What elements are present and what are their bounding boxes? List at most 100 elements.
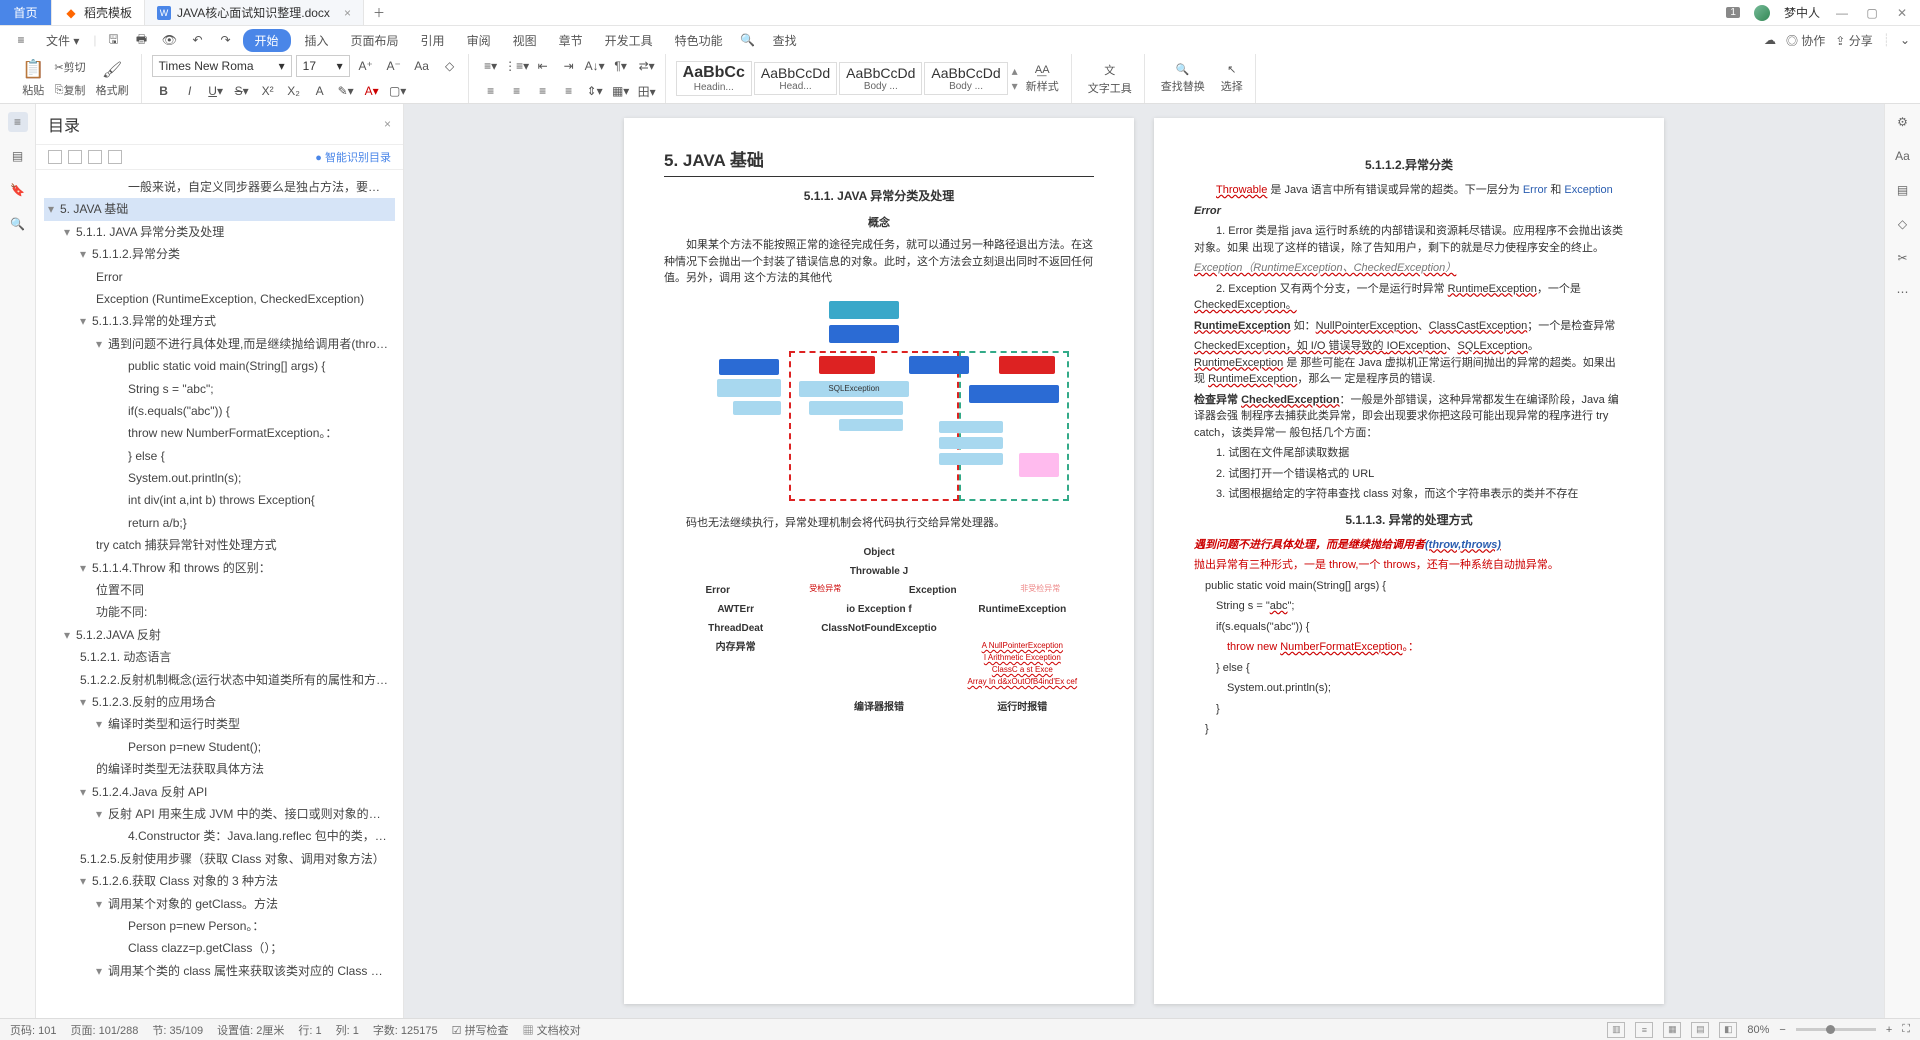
- menu-view[interactable]: 视图: [505, 29, 545, 52]
- print-icon[interactable]: 🖶: [131, 29, 153, 51]
- copy-button[interactable]: ⎘ 复制: [54, 79, 85, 101]
- outline-item[interactable]: System.out.println(s);: [44, 467, 395, 489]
- style-scroll-up-icon[interactable]: ▴: [1012, 64, 1018, 78]
- search-icon[interactable]: 🔍: [737, 29, 759, 51]
- outline-item[interactable]: 位置不同: [44, 579, 395, 601]
- style-scroll-down-icon[interactable]: ▾: [1012, 79, 1018, 93]
- outline-item[interactable]: 5.1.2.2.反射机制概念(运行状态中知道类所有的属性和方法): [44, 669, 395, 691]
- style-heading1[interactable]: AaBbCcHeadin...: [676, 61, 752, 96]
- redo-icon[interactable]: ↷: [215, 29, 237, 51]
- status-doccheck[interactable]: ▦ 文档校对: [523, 1022, 581, 1038]
- outline-prev[interactable]: 一般来说，自定义同步器要么是独占方法，要么是共享方 ...: [44, 176, 395, 198]
- tab-templates[interactable]: ◆ 稻壳模板: [52, 0, 145, 25]
- decrease-font-icon[interactable]: A⁻: [382, 55, 406, 77]
- bold-icon[interactable]: B: [152, 80, 176, 102]
- rs-layout-icon[interactable]: ▤: [1893, 180, 1913, 200]
- outline-item[interactable]: Exception (RuntimeException, CheckedExce…: [44, 288, 395, 310]
- status-page[interactable]: 页码: 101: [10, 1022, 56, 1038]
- menu-insert[interactable]: 插入: [297, 29, 337, 52]
- view-mode-1[interactable]: ▥: [1607, 1022, 1625, 1038]
- font-select[interactable]: Times New Roma▾: [152, 55, 292, 77]
- outline-icon[interactable]: ≡: [8, 112, 28, 132]
- fullscreen-icon[interactable]: ⛶: [1902, 1023, 1910, 1036]
- collab-icon[interactable]: ◎ 协作: [1786, 32, 1825, 49]
- font-size-select[interactable]: 17▾: [296, 55, 350, 77]
- cloud-icon[interactable]: ☁: [1764, 33, 1776, 47]
- thumbnail-icon[interactable]: ▤: [8, 146, 28, 166]
- maximize-icon[interactable]: ▢: [1864, 6, 1880, 20]
- font-color-icon[interactable]: A▾: [360, 80, 384, 102]
- underline-icon[interactable]: U▾: [204, 80, 228, 102]
- new-style-button[interactable]: A͟A新样式: [1020, 54, 1065, 103]
- rs-clip-icon[interactable]: ✂: [1893, 248, 1913, 268]
- clear-format-icon[interactable]: ◇: [438, 55, 462, 77]
- tab-home[interactable]: 首页: [0, 0, 52, 25]
- view-mode-5[interactable]: ◧: [1719, 1022, 1737, 1038]
- outline-item[interactable]: try catch 捕获异常针对性处理方式: [44, 534, 395, 556]
- outline-item[interactable]: 4.Constructor 类：Java.lang.reflec 包中的类，表示…: [44, 825, 395, 847]
- outline-item[interactable]: if(s.equals("abc")) {: [44, 400, 395, 422]
- status-spell[interactable]: ☑ 拼写检查: [452, 1022, 509, 1038]
- outline-item[interactable]: 功能不同:: [44, 601, 395, 623]
- find-replace-button[interactable]: 🔍查找替换: [1155, 54, 1211, 103]
- border-icon[interactable]: ▢▾: [386, 80, 410, 102]
- more-icon[interactable]: ⌄: [1900, 33, 1910, 47]
- outline-item[interactable]: ▾调用某个类的 class 属性来获取该类对应的 Class 对象: [44, 960, 395, 982]
- rs-more-icon[interactable]: ⋯: [1893, 282, 1913, 302]
- zoom-in-icon[interactable]: +: [1886, 1024, 1892, 1036]
- tab-icon[interactable]: ⇄▾: [635, 55, 659, 77]
- outline-item[interactable]: Error: [44, 266, 395, 288]
- preview-icon[interactable]: 👁: [159, 29, 181, 51]
- rs-settings-icon[interactable]: ⚙: [1893, 112, 1913, 132]
- outline-item[interactable]: } else {: [44, 445, 395, 467]
- outline-item[interactable]: 的编译时类型无法获取具体方法: [44, 758, 395, 780]
- shading-icon[interactable]: ▦▾: [609, 80, 633, 102]
- new-tab-button[interactable]: ＋: [364, 0, 394, 25]
- menu-dev[interactable]: 开发工具: [597, 29, 661, 52]
- outline-item[interactable]: String s = "abc";: [44, 378, 395, 400]
- menu-file[interactable]: 文件 ▾: [38, 29, 87, 52]
- align-right-icon[interactable]: ≡: [531, 80, 555, 102]
- undo-icon[interactable]: ↶: [187, 29, 209, 51]
- outline-tb-4[interactable]: [108, 150, 122, 164]
- pinyin-icon[interactable]: A: [308, 80, 332, 102]
- menu-special[interactable]: 特色功能: [667, 29, 731, 52]
- outline-item[interactable]: Person p=new Person。：: [44, 915, 395, 937]
- hamburger-icon[interactable]: ≡: [10, 29, 32, 51]
- bullets-icon[interactable]: ≡▾: [479, 55, 503, 77]
- paste-button[interactable]: 📋粘贴: [16, 54, 50, 103]
- menu-start[interactable]: 开始: [243, 29, 291, 52]
- justify-icon[interactable]: ≡: [557, 80, 581, 102]
- outline-item[interactable]: Person p=new Student();: [44, 736, 395, 758]
- outline-item[interactable]: ▾5.1.2.JAVA 反射: [44, 624, 395, 646]
- rs-style-icon[interactable]: Aa: [1893, 146, 1913, 166]
- style-body1[interactable]: AaBbCcDdBody ...: [839, 62, 922, 95]
- outline-item[interactable]: ▾调用某个对象的 getClass。方法: [44, 893, 395, 915]
- status-words[interactable]: 字数: 125175: [373, 1022, 438, 1038]
- rs-shape-icon[interactable]: ◇: [1893, 214, 1913, 234]
- outline-item[interactable]: ▾5.1.1. JAVA 异常分类及处理: [44, 221, 395, 243]
- sort-icon[interactable]: A↓▾: [583, 55, 607, 77]
- outline-item[interactable]: ▾5.1.1.3.异常的处理方式: [44, 310, 395, 332]
- line-spacing-icon[interactable]: ⇕▾: [583, 80, 607, 102]
- outline-item[interactable]: ▾反射 API 用来生成 JVM 中的类、接口或则对象的信息。: [44, 803, 395, 825]
- outline-item[interactable]: Class clazz=p.getClass（）；: [44, 937, 395, 959]
- style-body2[interactable]: AaBbCcDdBody ...: [924, 62, 1007, 95]
- outline-tb-2[interactable]: [68, 150, 82, 164]
- outline-item[interactable]: public static void main(String[] args) {: [44, 355, 395, 377]
- menu-section[interactable]: 章节: [551, 29, 591, 52]
- menu-review[interactable]: 审阅: [459, 29, 499, 52]
- close-icon[interactable]: ×: [344, 6, 351, 20]
- document-canvas[interactable]: ▦ ▾ 5. JAVA 基础 5.1.1. JAVA 异常分类及处理 概念 如果…: [404, 104, 1884, 1018]
- close-window-icon[interactable]: ✕: [1894, 6, 1910, 20]
- status-pages[interactable]: 页面: 101/288: [70, 1022, 138, 1038]
- outline-item[interactable]: ▾5.1.2.4.Java 反射 API: [44, 781, 395, 803]
- bookmark-icon[interactable]: 🔖: [8, 180, 28, 200]
- subscript-icon[interactable]: X₂: [282, 80, 306, 102]
- outline-item[interactable]: 5.1.2.1. 动态语言: [44, 646, 395, 668]
- outline-item[interactable]: ▾5.1.1.4.Throw 和 throws 的区别：: [44, 557, 395, 579]
- share-icon[interactable]: ⇪ 分享: [1835, 32, 1872, 49]
- view-mode-3[interactable]: ▦: [1663, 1022, 1681, 1038]
- borders-icon[interactable]: 田▾: [635, 80, 659, 102]
- menu-find[interactable]: 查找: [765, 29, 805, 52]
